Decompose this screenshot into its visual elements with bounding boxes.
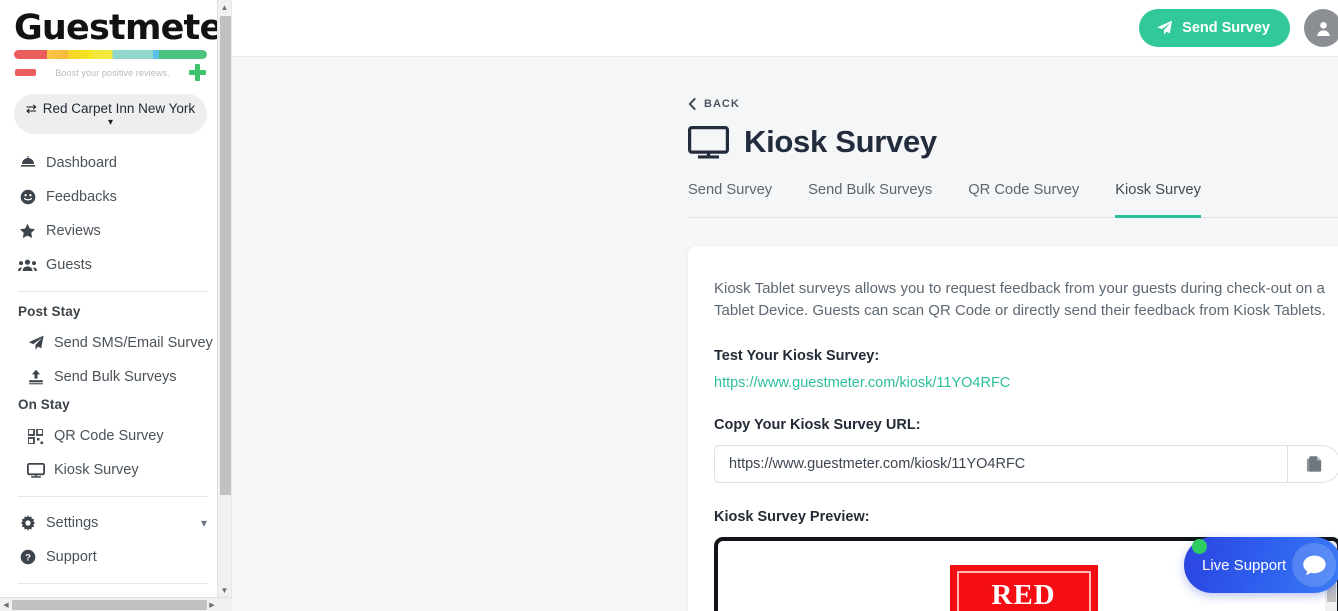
sidebar-divider — [18, 291, 207, 292]
sidebar-item-label: Reviews — [46, 222, 101, 240]
sidebar-item-send-bulk-surveys[interactable]: Send Bulk Surveys — [0, 360, 221, 394]
scrollbar-thumb[interactable] — [12, 600, 207, 610]
live-support-widget[interactable]: Live Support — [1184, 537, 1338, 593]
brand-gradient-bar — [14, 50, 207, 59]
sidebar-item-label: Send SMS/Email Survey — [54, 334, 213, 352]
question-circle-icon: ? — [18, 549, 37, 565]
sidebar-item-label: Send Bulk Surveys — [54, 368, 177, 386]
svg-text:?: ? — [25, 553, 31, 564]
sidebar-item-settings-left: Settings — [18, 514, 98, 532]
copy-url-button[interactable] — [1287, 445, 1338, 483]
sidebar-item-label: Dashboard — [46, 154, 117, 172]
copy-url-row — [714, 445, 1338, 483]
sidebar-item-support[interactable]: ? Support — [0, 540, 221, 574]
sidebar-vertical-scrollbar[interactable]: ▲ ▼ — [217, 0, 231, 597]
back-link-label: BACK — [704, 98, 740, 110]
property-selector-row: ⇄ Red Carpet Inn New York — [22, 101, 199, 116]
page-content: BACK Kiosk Survey Send Survey Send Bulk … — [232, 57, 1338, 611]
scroll-down-arrow-icon[interactable]: ▼ — [218, 583, 231, 597]
copy-icon — [1306, 455, 1323, 473]
sidebar-group-post-stay: Post Stay — [0, 301, 221, 326]
sidebar-horizontal-scrollbar[interactable]: ◀ ▶ — [0, 597, 232, 611]
topbar: Send Survey — [232, 0, 1338, 57]
sidebar-item-label: Support — [46, 548, 97, 566]
qr-code-icon — [26, 429, 45, 444]
sidebar-item-qr-code-survey[interactable]: QR Code Survey — [0, 419, 221, 453]
brand-tagline-row: Boost your positive reviews. — [14, 64, 207, 81]
property-selector-label: Red Carpet Inn New York — [43, 101, 195, 116]
page-title: Kiosk Survey — [688, 124, 1338, 160]
plus-icon — [189, 64, 206, 81]
sidebar-group-on-stay: On Stay — [0, 394, 221, 419]
preview-brand-logo: RED — [950, 565, 1098, 611]
send-survey-button-label: Send Survey — [1182, 20, 1270, 36]
card-description: Kiosk Tablet surveys allows you to reque… — [714, 278, 1338, 322]
tab-kiosk-survey[interactable]: Kiosk Survey — [1115, 182, 1201, 218]
sidebar-item-feedbacks[interactable]: Feedbacks — [0, 180, 221, 214]
copy-url-label: Copy Your Kiosk Survey URL: — [714, 417, 1338, 433]
test-survey-link[interactable]: https://www.guestmeter.com/kiosk/11YO4RF… — [714, 375, 1338, 391]
sidebar-item-dashboard[interactable]: Dashboard — [0, 146, 221, 180]
upload-icon — [26, 369, 45, 385]
sidebar-nav: Dashboard Feedbacks Reviews — [0, 146, 221, 584]
sidebar-item-settings[interactable]: Settings ▾ — [0, 506, 221, 540]
sidebar-item-label: Kiosk Survey — [54, 461, 139, 479]
brand-logo[interactable]: Guestmeter Boost your positive reviews. — [0, 0, 221, 81]
sidebar-item-kiosk-survey[interactable]: Kiosk Survey — [0, 453, 221, 487]
tab-send-bulk-surveys[interactable]: Send Bulk Surveys — [808, 182, 932, 218]
chevron-left-icon — [688, 98, 696, 110]
brand-tagline: Boost your positive reviews. — [55, 68, 169, 78]
back-link[interactable]: BACK — [688, 98, 740, 110]
scrollbar-thumb[interactable] — [220, 16, 231, 495]
sidebar-item-label: Guests — [46, 256, 92, 274]
smiley-icon — [18, 189, 37, 205]
swap-icon: ⇄ — [26, 102, 37, 115]
chevron-down-icon: ▾ — [22, 118, 199, 128]
gear-icon — [18, 515, 37, 531]
preview-label: Kiosk Survey Preview: — [714, 509, 1338, 525]
star-icon — [18, 223, 37, 239]
send-survey-button[interactable]: Send Survey — [1139, 9, 1290, 47]
sidebar-item-send-sms-email-survey[interactable]: Send SMS/Email Survey — [0, 326, 221, 360]
brand-name: Guestmeter — [14, 8, 207, 48]
sidebar-item-guests[interactable]: Guests — [0, 248, 221, 282]
bell-concierge-icon — [18, 156, 37, 170]
property-selector[interactable]: ⇄ Red Carpet Inn New York ▾ — [14, 94, 207, 134]
scroll-up-arrow-icon[interactable]: ▲ — [218, 0, 231, 14]
tab-qr-code-survey[interactable]: QR Code Survey — [968, 182, 1079, 218]
live-support-label: Live Support — [1202, 557, 1286, 574]
page-title-text: Kiosk Survey — [744, 124, 937, 160]
minus-icon — [15, 69, 36, 76]
online-status-dot — [1192, 539, 1207, 554]
sidebar-scroll-area: Guestmeter Boost your positive reviews. … — [0, 0, 221, 597]
sidebar-divider — [18, 583, 207, 584]
scroll-left-arrow-icon[interactable]: ◀ — [0, 598, 12, 611]
paper-plane-icon — [26, 335, 45, 351]
tab-bar: Send Survey Send Bulk Surveys QR Code Su… — [688, 182, 1338, 218]
preview-brand-logo-text: RED — [957, 571, 1091, 611]
app-root: Guestmeter Boost your positive reviews. … — [0, 0, 1338, 611]
tab-send-survey[interactable]: Send Survey — [688, 182, 772, 218]
scroll-right-arrow-icon[interactable]: ▶ — [206, 598, 218, 611]
user-icon — [1315, 20, 1332, 37]
paper-plane-icon — [1156, 20, 1173, 36]
sidebar-item-label: Feedbacks — [46, 188, 117, 206]
sidebar-item-reviews[interactable]: Reviews — [0, 214, 221, 248]
kiosk-url-input[interactable] — [714, 445, 1287, 483]
sidebar-item-label: QR Code Survey — [54, 427, 164, 445]
sidebar: Guestmeter Boost your positive reviews. … — [0, 0, 232, 611]
chat-bubble-icon — [1292, 543, 1336, 587]
chevron-down-icon: ▾ — [201, 516, 207, 530]
users-icon — [18, 258, 37, 272]
monitor-icon — [26, 463, 45, 478]
test-survey-label: Test Your Kiosk Survey: — [714, 348, 1338, 364]
sidebar-divider — [18, 496, 207, 497]
avatar[interactable] — [1304, 9, 1338, 47]
main-area: Send Survey BACK Kiosk Survey — [232, 0, 1338, 611]
monitor-icon — [688, 126, 729, 159]
sidebar-item-label: Settings — [46, 514, 98, 532]
